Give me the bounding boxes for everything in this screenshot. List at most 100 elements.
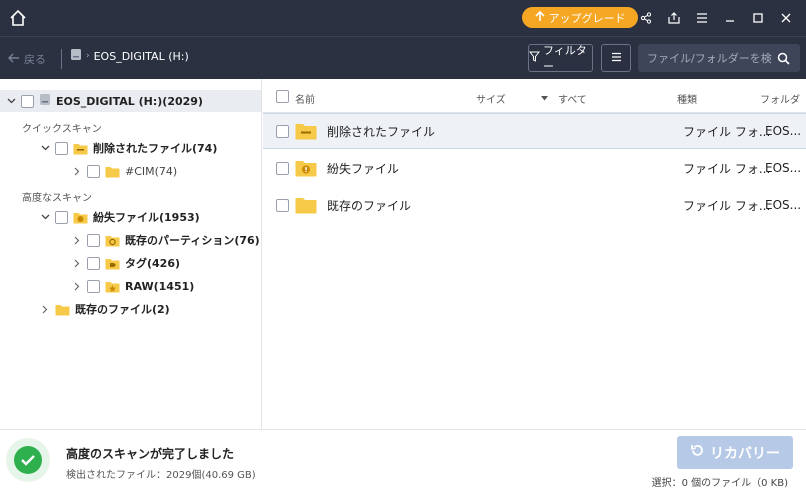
toolbar: 戻る › EOS_DIGITAL (H:) フィルター <box>0 36 806 79</box>
tree-label: RAW(1451) <box>125 279 195 293</box>
breadcrumb-label: EOS_DIGITAL (H:) <box>93 49 189 63</box>
deleted-folder-icon <box>295 122 317 140</box>
column-size[interactable]: サイズ <box>476 91 506 106</box>
search-icon[interactable] <box>772 52 794 65</box>
scan-complete-icon <box>6 438 50 482</box>
minimize-icon[interactable] <box>720 8 740 28</box>
status-bar: 高度のスキャンが完了しました 検出されたファイル：2029個(40.69 GB)… <box>0 429 806 488</box>
folder-icon <box>295 196 317 214</box>
file-name: 既存のファイル <box>327 198 412 213</box>
recover-button[interactable]: リカバリー <box>677 436 793 469</box>
close-icon[interactable] <box>776 8 796 28</box>
home-icon[interactable] <box>8 8 28 28</box>
tree-item-existing[interactable]: 既存のファイル(2) <box>40 298 170 320</box>
raw-folder-icon <box>105 280 120 293</box>
search-box <box>638 44 800 72</box>
tree-label: タグ(426) <box>125 257 181 270</box>
deleted-folder-icon <box>73 142 88 155</box>
table-row[interactable]: 削除されたファイル ファイル フォ... EOS... <box>263 113 806 149</box>
file-folder: EOS... <box>765 124 802 138</box>
tree-checkbox[interactable] <box>55 141 68 155</box>
drive-icon <box>70 48 82 64</box>
file-type: ファイル フォ... <box>683 124 771 139</box>
tree-checkbox[interactable] <box>87 256 100 270</box>
lost-folder-icon <box>73 211 88 224</box>
funnel-icon <box>528 51 541 65</box>
tree-checkbox[interactable] <box>21 94 34 108</box>
arrow-up-icon <box>534 10 545 25</box>
row-checkbox[interactable] <box>276 161 289 175</box>
tree-checkbox[interactable] <box>87 164 100 178</box>
column-filter-all[interactable]: すべて <box>558 91 587 106</box>
tag-folder-icon <box>105 257 120 270</box>
lost-folder-icon <box>295 159 317 177</box>
folder-icon <box>105 165 120 178</box>
filter-label: フィルター <box>543 44 587 73</box>
filter-button[interactable]: フィルター <box>528 44 593 73</box>
back-label: 戻る <box>24 53 46 66</box>
view-menu-button[interactable] <box>601 44 631 72</box>
file-type: ファイル フォ... <box>683 161 771 176</box>
file-folder: EOS... <box>765 161 802 175</box>
folder-tree: EOS_DIGITAL (H:)(2029) クイックスキャン 削除されたファイ… <box>0 79 262 429</box>
tree-label: 削除されたファイル(74) <box>93 142 218 155</box>
tree-label: 既存のパーティション(76) <box>125 234 260 247</box>
folder-icon <box>55 303 70 316</box>
chevron-down-icon[interactable] <box>6 98 16 104</box>
share-icon[interactable] <box>636 8 656 28</box>
tree-checkbox[interactable] <box>87 233 100 247</box>
tree-item-partition[interactable]: 既存のパーティション(76) <box>72 229 260 251</box>
tree-checkbox[interactable] <box>87 279 100 293</box>
table-row[interactable]: 紛失ファイル ファイル フォ... EOS... <box>263 150 806 186</box>
scan-status-summary: 検出されたファイル：2029個(40.69 GB) <box>66 470 256 481</box>
divider <box>61 49 62 69</box>
chevron-right-icon[interactable] <box>72 236 82 245</box>
maximize-icon[interactable] <box>748 8 768 28</box>
tree-item-tag[interactable]: タグ(426) <box>72 252 180 274</box>
tree-item-drive[interactable]: EOS_DIGITAL (H:)(2029) <box>0 90 261 112</box>
selection-info: 選択：0 個のファイル（0 KB) <box>651 478 788 488</box>
row-checkbox[interactable] <box>276 124 289 138</box>
recover-icon <box>690 443 705 462</box>
scan-status-title: 高度のスキャンが完了しました <box>66 447 235 461</box>
chevron-right-icon[interactable] <box>40 305 50 314</box>
list-icon <box>611 51 622 65</box>
chevron-down-icon[interactable] <box>541 93 548 104</box>
chevron-right-icon[interactable] <box>72 259 82 268</box>
upgrade-label: アップグレード <box>548 11 626 25</box>
back-button[interactable]: 戻る <box>8 51 46 67</box>
tree-label: #CIM(74) <box>125 164 178 178</box>
quick-scan-section-label: クイックスキャン <box>22 124 102 135</box>
tree-label: 既存のファイル(2) <box>75 303 170 316</box>
export-icon[interactable] <box>664 8 684 28</box>
tree-item-lost[interactable]: 紛失ファイル(1953) <box>40 206 200 228</box>
file-list: 名前 サイズ すべて 種類 フォルダ 削除されたファイル ファイル フォ... … <box>263 79 806 429</box>
row-checkbox[interactable] <box>276 198 289 212</box>
file-folder: EOS... <box>765 198 802 212</box>
tree-item-raw[interactable]: RAW(1451) <box>72 275 194 297</box>
chevron-right-icon[interactable] <box>72 282 82 291</box>
menu-icon[interactable] <box>692 8 712 28</box>
partition-folder-icon <box>105 234 120 247</box>
tree-checkbox[interactable] <box>55 210 68 224</box>
select-all-checkbox[interactable] <box>276 90 289 103</box>
drive-icon <box>39 93 51 109</box>
column-folder[interactable]: フォルダ <box>760 91 800 106</box>
arrow-left-icon <box>8 53 20 66</box>
chevron-down-icon[interactable] <box>40 145 50 151</box>
tree-item-deleted[interactable]: 削除されたファイル(74) <box>40 137 217 159</box>
tree-label: EOS_DIGITAL (H:)(2029) <box>56 94 203 108</box>
chevron-down-icon[interactable] <box>40 214 50 220</box>
recover-label: リカバリー <box>710 445 780 462</box>
search-input[interactable] <box>638 51 772 65</box>
upgrade-button[interactable]: アップグレード <box>522 7 638 28</box>
file-name: 紛失ファイル <box>327 161 400 176</box>
table-row[interactable]: 既存のファイル ファイル フォ... EOS... <box>263 187 806 223</box>
tree-item-cim[interactable]: #CIM(74) <box>72 160 177 182</box>
tree-label: 紛失ファイル(1953) <box>93 211 200 224</box>
chevron-right-icon[interactable] <box>72 167 82 176</box>
advanced-scan-section-label: 高度なスキャン <box>22 193 92 204</box>
breadcrumb[interactable]: › EOS_DIGITAL (H:) <box>70 48 189 64</box>
column-name[interactable]: 名前 <box>295 91 315 106</box>
column-type[interactable]: 種類 <box>677 91 697 106</box>
